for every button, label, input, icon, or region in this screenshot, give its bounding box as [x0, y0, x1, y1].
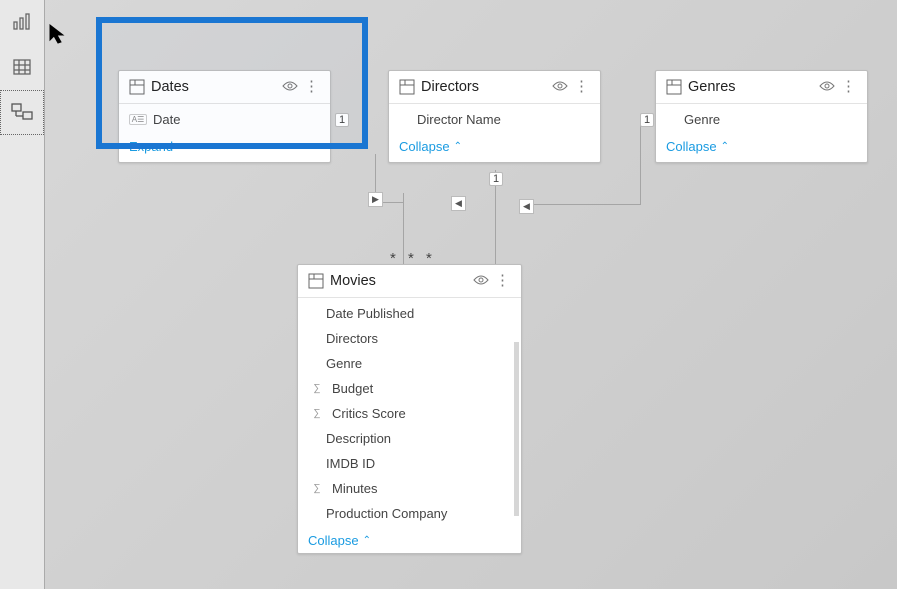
- table-title: Dates: [151, 79, 276, 95]
- field-row[interactable]: Genre: [308, 354, 511, 373]
- bar-chart-icon: [12, 12, 32, 32]
- text-type-icon: A☰: [129, 114, 147, 125]
- table-card-movies[interactable]: Movies ⋮ Date Published Directors Genre …: [297, 264, 522, 554]
- field-label: Directors: [326, 331, 378, 346]
- table-card-genres[interactable]: Genres ⋮ Genre Collapse⌃: [655, 70, 868, 163]
- table-title: Genres: [688, 79, 813, 95]
- field-label: IMDB ID: [326, 456, 375, 471]
- model-view-button[interactable]: [0, 90, 44, 135]
- more-options-icon[interactable]: ⋮: [495, 277, 511, 285]
- field-label: Director Name: [417, 112, 501, 127]
- field-row[interactable]: ∑ Critics Score: [308, 404, 511, 423]
- model-canvas[interactable]: 1 1 1 ▶ ◀ ◀ * * * Dates ⋮ A☰ Date Expand…: [45, 0, 897, 589]
- cardinality-one: 1: [335, 113, 349, 127]
- report-view-button[interactable]: [0, 0, 44, 45]
- table-icon: [12, 57, 32, 77]
- more-options-icon[interactable]: ⋮: [574, 83, 590, 91]
- table-header[interactable]: Movies ⋮: [298, 265, 521, 298]
- visibility-icon[interactable]: [473, 274, 489, 289]
- field-label: Critics Score: [332, 406, 406, 421]
- sigma-icon: ∑: [308, 483, 326, 494]
- sigma-icon: ∑: [308, 383, 326, 394]
- collapse-toggle[interactable]: Collapse⌃: [308, 529, 511, 552]
- field-label: Description: [326, 431, 391, 446]
- visibility-icon[interactable]: [552, 80, 568, 95]
- table-header[interactable]: Directors ⋮: [389, 71, 600, 104]
- table-card-dates[interactable]: Dates ⋮ A☰ Date Expand⌄: [118, 70, 331, 163]
- collapse-toggle[interactable]: Collapse⌃: [666, 135, 857, 158]
- sigma-icon: ∑: [308, 408, 326, 419]
- chevron-up-icon: ⌃: [721, 141, 729, 152]
- table-icon: [129, 79, 145, 95]
- field-row[interactable]: Description: [308, 429, 511, 448]
- field-row[interactable]: Production Company: [308, 504, 511, 523]
- field-row[interactable]: Directors: [308, 329, 511, 348]
- field-label: Genre: [326, 356, 362, 371]
- relationship-arrow[interactable]: ◀: [451, 196, 466, 211]
- field-label: Production Company: [326, 506, 447, 521]
- table-header[interactable]: Genres ⋮: [656, 71, 867, 104]
- chevron-up-icon: ⌃: [363, 535, 371, 546]
- field-row[interactable]: A☰ Date: [129, 110, 320, 129]
- cardinality-one: 1: [640, 113, 654, 127]
- cardinality-one: 1: [489, 172, 503, 186]
- mouse-cursor-icon: [49, 24, 71, 46]
- model-icon: [11, 102, 33, 124]
- field-row[interactable]: Genre: [666, 110, 857, 129]
- chevron-up-icon: ⌃: [454, 141, 462, 152]
- table-header[interactable]: Dates ⋮: [119, 71, 330, 104]
- scrollbar[interactable]: [514, 342, 519, 516]
- more-options-icon[interactable]: ⋮: [841, 83, 857, 91]
- field-label: Date Published: [326, 306, 414, 321]
- table-card-directors[interactable]: Directors ⋮ Director Name Collapse⌃: [388, 70, 601, 163]
- field-label: Budget: [332, 381, 373, 396]
- table-icon: [666, 79, 682, 95]
- expand-toggle[interactable]: Expand⌄: [129, 135, 320, 158]
- more-options-icon[interactable]: ⋮: [304, 83, 320, 91]
- field-label: Minutes: [332, 481, 378, 496]
- field-row[interactable]: IMDB ID: [308, 454, 511, 473]
- table-title: Movies: [330, 273, 467, 289]
- collapse-toggle[interactable]: Collapse⌃: [399, 135, 590, 158]
- table-title: Directors: [421, 79, 546, 95]
- field-row[interactable]: Date Published: [308, 304, 511, 323]
- chevron-down-icon: ⌄: [177, 141, 185, 152]
- field-label: Date: [153, 112, 180, 127]
- visibility-icon[interactable]: [819, 80, 835, 95]
- field-row[interactable]: Director Name: [399, 110, 590, 129]
- field-row[interactable]: ∑ Budget: [308, 379, 511, 398]
- data-view-button[interactable]: [0, 45, 44, 90]
- visibility-icon[interactable]: [282, 80, 298, 95]
- table-icon: [399, 79, 415, 95]
- relationship-arrow[interactable]: ◀: [519, 199, 534, 214]
- field-label: Genre: [684, 112, 720, 127]
- table-icon: [308, 273, 324, 289]
- view-sidebar: [0, 0, 45, 589]
- field-row[interactable]: ∑ Minutes: [308, 479, 511, 498]
- relationship-arrow[interactable]: ▶: [368, 192, 383, 207]
